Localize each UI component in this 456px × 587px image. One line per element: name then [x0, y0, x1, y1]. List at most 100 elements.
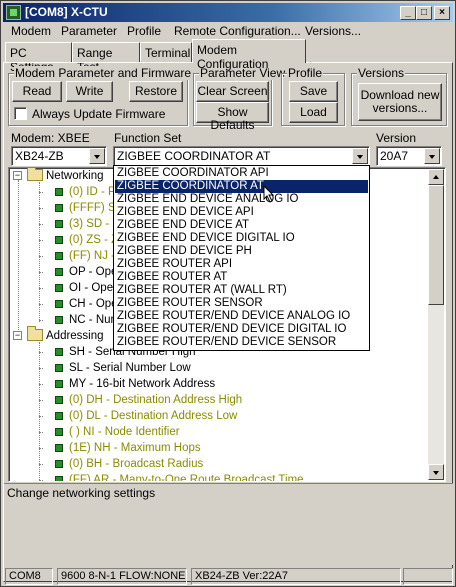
parameter-icon: [55, 396, 63, 404]
menu-remote-configuration[interactable]: Remote Configuration...: [174, 24, 301, 38]
tree-item-label: (1E) NH - Maximum Hops: [69, 442, 201, 454]
parameter-icon: [55, 380, 63, 388]
version-label: Version: [376, 131, 417, 145]
collapse-icon[interactable]: −: [13, 331, 22, 340]
function-set-option[interactable]: ZIGBEE ROUTER SENSOR: [115, 297, 368, 310]
scroll-down-button[interactable]: [428, 464, 444, 480]
tree-line: [39, 224, 43, 225]
function-set-option[interactable]: ZIGBEE ROUTER/END DEVICE DIGITAL IO: [115, 323, 368, 336]
tree-line: [18, 180, 19, 340]
function-set-option[interactable]: ZIGBEE ROUTER API: [115, 258, 368, 271]
scroll-thumb[interactable]: [428, 185, 444, 305]
menu-versions[interactable]: Versions...: [305, 24, 361, 38]
function-set-option[interactable]: ZIGBEE END DEVICE API: [115, 206, 368, 219]
tree-line: [39, 480, 43, 481]
menu-bar: Modem Parameter Profile Remote Configura…: [3, 22, 453, 40]
load-button[interactable]: Load: [289, 102, 338, 123]
version-value: 20A7: [380, 149, 409, 163]
function-set-option[interactable]: ZIGBEE ROUTER AT: [115, 271, 368, 284]
scroll-up-button[interactable]: [428, 169, 444, 185]
parameter-icon: [55, 316, 63, 324]
tree-line: [39, 352, 43, 353]
tree-node-label: Networking: [46, 170, 104, 182]
function-set-option[interactable]: ZIGBEE END DEVICE PH: [115, 245, 368, 258]
modem-label: Modem: XBEE: [11, 131, 90, 145]
parameter-icon: [55, 460, 63, 468]
download-new-versions-button[interactable]: Download new versions...: [358, 83, 442, 121]
restore-button[interactable]: Restore: [129, 81, 183, 102]
tab-range-test[interactable]: Range Test: [72, 42, 140, 74]
tree-line: [39, 256, 43, 257]
read-button[interactable]: Read: [12, 81, 62, 102]
collapse-icon[interactable]: −: [13, 171, 22, 180]
parameter-icon: [55, 428, 63, 436]
title-bar[interactable]: [COM8] X-CTU _ □ ×: [3, 3, 453, 22]
chevron-down-icon: [429, 155, 435, 159]
parameter-icon: [55, 268, 63, 276]
folder-icon: [27, 326, 43, 341]
parameter-icon: [55, 300, 63, 308]
tree-line: [39, 304, 43, 305]
function-set-option[interactable]: ZIGBEE COORDINATOR API: [115, 167, 368, 180]
chevron-down-icon: [433, 471, 439, 475]
chevron-down-icon: [94, 155, 100, 159]
clear-screen-button[interactable]: Clear Screen: [196, 81, 269, 102]
function-set-select[interactable]: ZIGBEE COORDINATOR AT: [113, 146, 370, 166]
description-text: Change networking settings: [7, 486, 156, 500]
app-window: [COM8] X-CTU _ □ × Modem Parameter Profi…: [0, 0, 456, 587]
function-set-value: ZIGBEE COORDINATOR AT: [117, 149, 271, 163]
function-set-option[interactable]: ZIGBEE COORDINATOR AT: [115, 180, 368, 193]
tree-item-label: (FF) AR - Many-to-One Route Broadcast Ti…: [69, 474, 304, 482]
mouse-cursor-icon: [263, 185, 275, 203]
chevron-down-icon: [357, 155, 363, 159]
function-set-option[interactable]: ZIGBEE ROUTER/END DEVICE SENSOR: [115, 336, 368, 349]
tree-scrollbar[interactable]: [428, 169, 444, 480]
minimize-button[interactable]: _: [400, 6, 416, 20]
function-set-option[interactable]: ZIGBEE END DEVICE DIGITAL IO: [115, 232, 368, 245]
tree-line: [39, 400, 43, 401]
parameter-icon: [55, 284, 63, 292]
function-set-option[interactable]: ZIGBEE ROUTER/END DEVICE ANALOG IO: [115, 310, 368, 323]
tree-item-label: (0) BH - Broadcast Radius: [69, 458, 204, 470]
tree-line: [39, 416, 43, 417]
tab-pc-settings[interactable]: PC Settings: [5, 42, 72, 74]
tree-line: [39, 320, 43, 321]
parameter-icon: [55, 252, 63, 260]
modem-select[interactable]: XB24-ZB: [11, 146, 107, 166]
version-select-arrow[interactable]: [424, 148, 440, 164]
maximize-button[interactable]: □: [416, 6, 432, 20]
version-select[interactable]: 20A7: [376, 146, 442, 166]
tab-modem-configuration[interactable]: Modem Configuration: [192, 39, 306, 71]
group-label: Modem Parameter and Firmware: [14, 66, 193, 80]
tree-item-label: (0) DH - Destination Address High: [69, 394, 243, 406]
parameter-icon: [55, 348, 63, 356]
window-title: [COM8] X-CTU: [25, 5, 108, 19]
save-button[interactable]: Save: [289, 81, 338, 102]
write-button[interactable]: Write: [66, 81, 113, 102]
parameter-icon: [55, 476, 63, 481]
tab-terminal[interactable]: Terminal: [140, 42, 192, 62]
menu-parameter[interactable]: Parameter: [61, 24, 117, 38]
parameter-icon: [55, 412, 63, 420]
status-extra: [403, 568, 453, 585]
tree-line: [39, 464, 43, 465]
parameter-icon: [55, 364, 63, 372]
tree-line: [39, 448, 43, 449]
tree-node-label: Addressing: [46, 330, 104, 342]
always-update-checkbox[interactable]: [14, 107, 27, 120]
modem-select-arrow[interactable]: [89, 148, 105, 164]
close-button[interactable]: ×: [434, 6, 450, 20]
function-set-option[interactable]: ZIGBEE END DEVICE ANALOG IO: [115, 193, 368, 206]
tree-item-label: ( ) NI - Node Identifier: [69, 426, 180, 438]
function-set-option[interactable]: ZIGBEE END DEVICE AT: [115, 219, 368, 232]
app-icon: [6, 5, 21, 20]
parameter-icon: [55, 220, 63, 228]
function-set-arrow[interactable]: [352, 148, 368, 164]
menu-modem[interactable]: Modem: [11, 24, 51, 38]
tree-item-label: SL - Serial Number Low: [69, 362, 191, 374]
menu-profile[interactable]: Profile: [127, 24, 161, 38]
function-set-option[interactable]: ZIGBEE ROUTER AT (WALL RT): [115, 284, 368, 297]
function-set-dropdown-list[interactable]: ZIGBEE COORDINATOR API ZIGBEE COORDINATOR…: [113, 165, 370, 351]
show-defaults-button[interactable]: Show Defaults: [196, 102, 269, 132]
tree-line: [39, 288, 43, 289]
